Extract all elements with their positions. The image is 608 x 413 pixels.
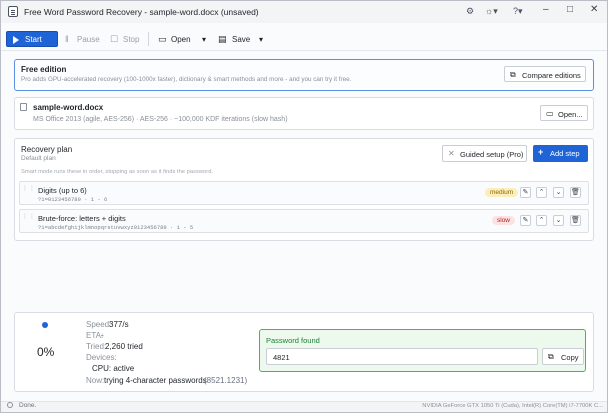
step-name: Brute-force: letters + digits	[38, 214, 126, 223]
save-button[interactable]: Save	[232, 35, 250, 44]
folder-open-icon: ▭	[546, 109, 554, 118]
devices-label: Devices:	[86, 353, 117, 362]
delete-icon[interactable]: 🗑	[570, 215, 581, 226]
copy-icon: ⧉	[548, 352, 554, 361]
step-charset: ?1=abcdefghijklmnopqrstuvwxyz0123456789 …	[38, 224, 194, 231]
move-down-icon[interactable]: ⌄	[553, 215, 564, 226]
edit-icon[interactable]: ✎	[520, 215, 531, 226]
edition-title: Free edition	[21, 65, 67, 74]
device-info: NVIDIA GeForce GTX 1050 Ti (Cuda), Intel…	[422, 403, 603, 409]
delete-icon[interactable]: 🗑	[570, 187, 581, 198]
now-count: (8521.1231)	[204, 376, 248, 385]
app-icon	[8, 6, 18, 17]
password-found-title: Password found	[266, 336, 320, 345]
speed-value: 377/s	[109, 320, 129, 329]
open-button[interactable]: Open	[171, 35, 191, 44]
compare-icon: ⧉	[510, 70, 516, 79]
step-name: Digits (up to 6)	[38, 186, 87, 195]
file-card	[14, 97, 594, 130]
now-value: trying 4-character passwords	[104, 376, 207, 385]
window-title: Free Word Password Recovery - sample-wor…	[24, 7, 259, 17]
plan-hint: Smart mode runs these in order, stopping…	[21, 169, 214, 175]
tried-label: Tried:	[86, 342, 107, 351]
play-icon	[13, 35, 19, 44]
document-icon	[20, 103, 27, 111]
password-field[interactable]: 4821	[266, 348, 538, 365]
copy-button[interactable]: ⧉ Copy	[542, 348, 584, 365]
move-up-icon[interactable]: ⌃	[536, 187, 547, 198]
move-up-icon[interactable]: ⌃	[536, 215, 547, 226]
step-charset: ?1=0123456789 · 1 - 6	[38, 196, 108, 203]
device-status: CPU: active	[92, 364, 135, 373]
drag-handle-icon[interactable]: ⋮⋮	[22, 213, 36, 220]
move-down-icon[interactable]: ⌄	[553, 187, 564, 198]
plus-icon: +	[538, 147, 544, 157]
edition-description: Pro adds GPU-accelerated recovery (100-1…	[21, 76, 352, 83]
wand-icon: ✕	[448, 149, 455, 158]
progress-indicator-dot	[42, 322, 48, 328]
drag-handle-icon[interactable]: ⋮⋮	[22, 185, 36, 192]
status-text: Done.	[19, 402, 37, 409]
speed-badge: medium	[485, 188, 519, 197]
pause-icon: ‖	[65, 34, 69, 44]
guided-setup-button[interactable]: ✕ Guided setup (Pro)	[442, 145, 527, 162]
app-window: Free Word Password Recovery - sample-wor…	[0, 0, 608, 413]
start-button[interactable]: Start	[6, 31, 58, 47]
toolbar-divider	[148, 32, 149, 46]
toolbar-divider-line	[1, 50, 607, 51]
maximize-button[interactable]: □	[567, 4, 573, 15]
close-button[interactable]: ✕	[590, 4, 598, 15]
status-icon	[7, 402, 13, 408]
progress-percent: 0%	[37, 345, 55, 359]
open-dropdown-icon[interactable]: ▾	[202, 35, 206, 44]
open-file-button[interactable]: ▭ Open...	[540, 105, 588, 121]
theme-icon[interactable]: ⚙	[466, 6, 474, 17]
stop-icon: ☐	[110, 34, 119, 44]
pause-button[interactable]: Pause	[77, 35, 100, 44]
compare-editions-button[interactable]: ⧉ Compare editions	[504, 66, 586, 82]
eta-value: -	[101, 331, 104, 340]
file-details: MS Office 2013 (agile, AES-256) · AES-25…	[33, 116, 288, 123]
speed-badge: slow	[492, 216, 516, 225]
plan-title: Recovery plan	[21, 145, 73, 154]
help-icon[interactable]: ?▾	[513, 6, 523, 17]
minimize-button[interactable]: –	[543, 4, 549, 15]
save-dropdown-icon[interactable]: ▾	[259, 35, 263, 44]
now-label: Now:	[86, 376, 105, 385]
file-name: sample-word.docx	[33, 103, 104, 112]
folder-icon: ▭	[158, 34, 167, 44]
add-step-button[interactable]: + Add step	[533, 145, 588, 162]
settings-icon[interactable]: ☼▾	[485, 6, 498, 17]
edit-icon[interactable]: ✎	[520, 187, 531, 198]
save-icon: ▤	[218, 34, 227, 44]
stop-button[interactable]: Stop	[123, 35, 139, 44]
tried-value: 2,260 tried	[105, 342, 143, 351]
speed-label: Speed:	[86, 320, 112, 329]
plan-subtitle: Default plan	[21, 155, 56, 162]
